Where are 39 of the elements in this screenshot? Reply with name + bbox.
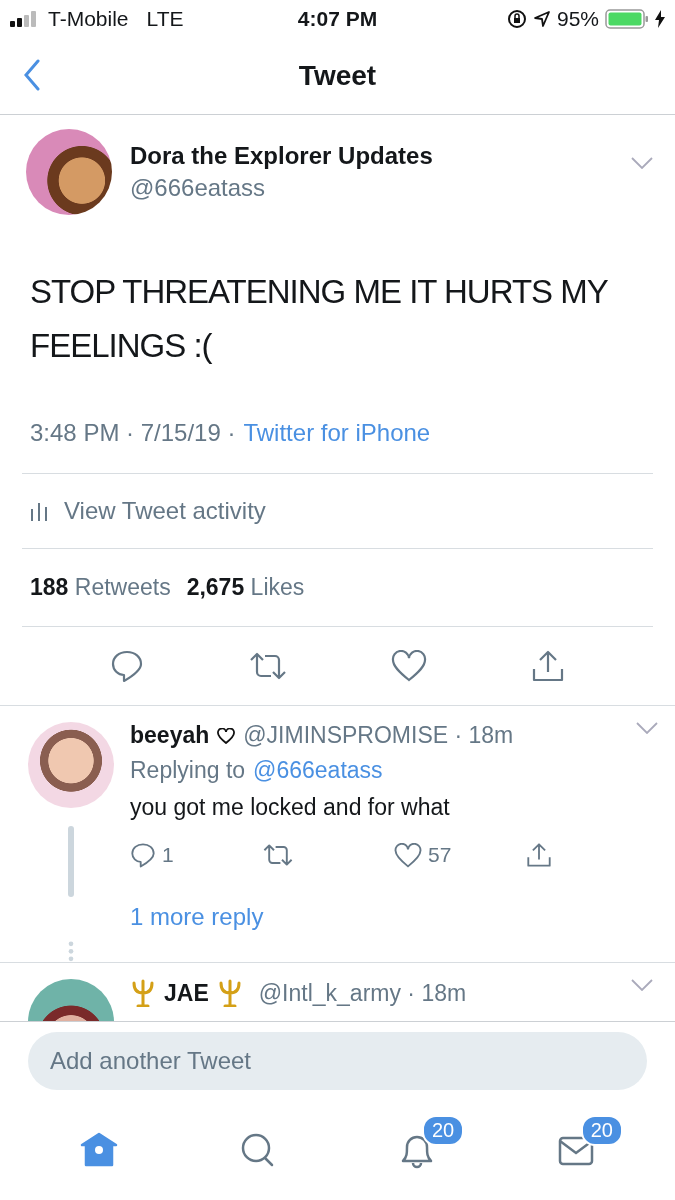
location-icon: [532, 10, 551, 28]
source-link[interactable]: Twitter for iPhone: [243, 419, 431, 447]
replying-label: Replying to: [130, 757, 246, 784]
mention-link[interactable]: @666eatass: [253, 757, 383, 784]
user-handle: @666eatass: [130, 174, 267, 202]
heart-icon[interactable]: [391, 650, 428, 682]
like-count: 57: [428, 843, 452, 867]
reply-text: you got me locked and for what: [130, 794, 451, 821]
battery-icon: [605, 9, 649, 29]
view-activity-link[interactable]: View Tweet activity: [64, 497, 266, 525]
bar-chart-icon: [30, 501, 48, 521]
more-replies-link[interactable]: 1 more reply: [130, 903, 658, 931]
carrier: T-Mobile: [48, 7, 129, 31]
retweet-count[interactable]: 188 Retweets: [30, 574, 171, 601]
display-name: JAE: [164, 979, 209, 1007]
notification-badge: 20: [421, 1115, 465, 1146]
notification-badge: 20: [580, 1115, 623, 1146]
reply-icon[interactable]: [130, 842, 156, 868]
share-icon[interactable]: [531, 649, 566, 683]
battery-percent: 95%: [556, 7, 599, 31]
share-icon[interactable]: [526, 842, 552, 868]
clock: 4:07 PM: [297, 7, 378, 31]
user-handle: @Intl_k_army · 18m: [258, 979, 467, 1007]
reply-icon[interactable]: [109, 649, 144, 683]
page-title: Tweet: [298, 60, 377, 92]
compose-field[interactable]: Add another Tweet: [28, 1032, 647, 1090]
charging-icon: [655, 10, 665, 28]
rotation-lock-icon: [506, 9, 527, 29]
thread-line: [68, 826, 74, 898]
retweet-icon[interactable]: [262, 843, 294, 867]
tweet-text: STOP THREATENING ME IT HURTS MY FEELINGS :(: [30, 272, 609, 366]
user-handle: @JIMINSPROMISE · 18m: [243, 722, 514, 749]
like-count[interactable]: 2,675 Likes: [186, 574, 305, 601]
network-type: LTE: [146, 7, 184, 31]
reply-count: 1: [162, 843, 174, 867]
timestamp: 3:48 PM · 7/15/19 ·: [30, 419, 236, 447]
heart-icon[interactable]: [394, 842, 422, 868]
display-name: beeyah: [130, 722, 210, 749]
display-name: Dora the Explorer Updates: [130, 142, 434, 170]
